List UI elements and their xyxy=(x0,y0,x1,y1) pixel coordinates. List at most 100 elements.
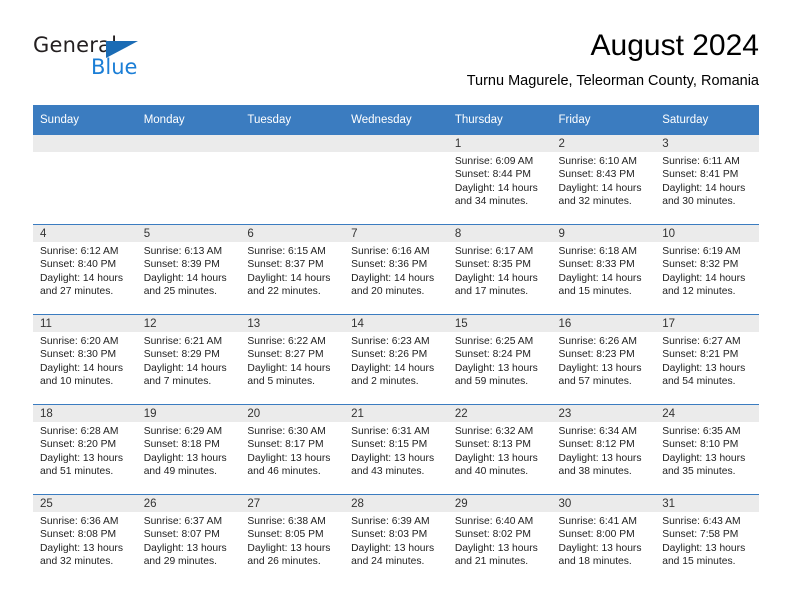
day-number xyxy=(33,135,137,152)
sunrise-text: Sunrise: 6:41 AM xyxy=(558,516,637,527)
day-number: 23 xyxy=(551,405,656,422)
calendar-day-cell[interactable]: 1 Sunrise: 6:09 AM Sunset: 8:44 PM Daylight… xyxy=(447,134,552,225)
calendar-day-cell[interactable]: 24 Sunrise: 6:35 AM Sunset: 8:10 PM Dayligh… xyxy=(655,404,759,495)
daylight-text: Daylight: 14 hours and 22 minutes. xyxy=(247,272,331,297)
day-number: 25 xyxy=(33,495,137,512)
day-cell-inner: 5 Sunrise: 6:13 AM Sunset: 8:39 PM Daylight… xyxy=(136,225,241,314)
day-number: 5 xyxy=(136,225,241,242)
day-number: 3 xyxy=(655,135,759,152)
calendar-day-cell[interactable]: 14 Sunrise: 6:23 AM Sunset: 8:26 PM Dayligh… xyxy=(344,314,448,405)
sunrise-text: Sunrise: 6:29 AM xyxy=(143,426,223,437)
sunrise-text: Sunrise: 6:17 AM xyxy=(454,246,534,257)
sunset-text: Sunset: 8:40 PM xyxy=(40,259,117,271)
calendar-day-cell[interactable]: 2 Sunrise: 6:10 AM Sunset: 8:43 PM Daylight… xyxy=(551,134,656,225)
calendar-cell-empty xyxy=(136,134,241,225)
day-cell-inner: 30 Sunrise: 6:41 AM Sunset: 8:00 PM Dayligh… xyxy=(551,495,656,584)
calendar-day-cell[interactable]: 10 Sunrise: 6:19 AM Sunset: 8:32 PM Dayligh… xyxy=(655,224,759,315)
sunset-text: Sunset: 8:29 PM xyxy=(143,349,220,361)
calendar-day-cell[interactable]: 13 Sunrise: 6:22 AM Sunset: 8:27 PM Dayligh… xyxy=(240,314,345,405)
calendar-day-cell[interactable]: 9 Sunrise: 6:18 AM Sunset: 8:33 PM Daylight… xyxy=(551,224,656,315)
day-cell-inner: 7 Sunrise: 6:16 AM Sunset: 8:36 PM Daylight… xyxy=(344,225,448,314)
daylight-text: Daylight: 13 hours and 57 minutes. xyxy=(558,362,642,387)
day-cell-inner: 1 Sunrise: 6:09 AM Sunset: 8:44 PM Daylight… xyxy=(447,135,552,224)
day-cell-inner: 26 Sunrise: 6:37 AM Sunset: 8:07 PM Dayligh… xyxy=(136,495,241,584)
calendar-day-cell[interactable]: 21 Sunrise: 6:31 AM Sunset: 8:15 PM Dayligh… xyxy=(344,404,448,495)
daylight-text: Daylight: 14 hours and 30 minutes. xyxy=(662,182,746,207)
sunrise-text: Sunrise: 6:27 AM xyxy=(662,336,741,347)
day-cell-inner: 4 Sunrise: 6:12 AM Sunset: 8:40 PM Daylight… xyxy=(33,225,137,314)
calendar-day-cell[interactable]: 7 Sunrise: 6:16 AM Sunset: 8:36 PM Daylight… xyxy=(344,224,448,315)
sunset-text: Sunset: 8:32 PM xyxy=(662,259,739,271)
calendar-day-cell[interactable]: 15 Sunrise: 6:25 AM Sunset: 8:24 PM Dayligh… xyxy=(447,314,552,405)
sunset-text: Sunset: 8:44 PM xyxy=(454,169,531,181)
day-cell-inner: 27 Sunrise: 6:38 AM Sunset: 8:05 PM Dayligh… xyxy=(240,495,345,584)
weekday-header-thursday: Thursday xyxy=(447,105,552,135)
sunrise-text: Sunrise: 6:13 AM xyxy=(143,246,223,257)
calendar-body: 1 Sunrise: 6:09 AM Sunset: 8:44 PM Daylight… xyxy=(33,134,759,584)
calendar-day-cell[interactable]: 8 Sunrise: 6:17 AM Sunset: 8:35 PM Daylight… xyxy=(447,224,552,315)
sunset-text: Sunset: 8:41 PM xyxy=(662,169,739,181)
daylight-text: Daylight: 14 hours and 5 minutes. xyxy=(247,362,331,387)
logo-text-general: General xyxy=(33,33,118,57)
day-cell-details: Sunrise: 6:22 AM Sunset: 8:27 PM Daylight:… xyxy=(240,332,344,388)
sunset-text: Sunset: 8:18 PM xyxy=(143,439,220,451)
day-number: 18 xyxy=(33,405,137,422)
calendar-day-cell[interactable]: 26 Sunrise: 6:37 AM Sunset: 8:07 PM Dayligh… xyxy=(136,494,241,584)
calendar-table: Sunday Monday Tuesday Wednesday Thursday… xyxy=(33,105,759,584)
calendar-day-cell[interactable]: 11 Sunrise: 6:20 AM Sunset: 8:30 PM Dayligh… xyxy=(33,314,137,405)
day-cell-inner: 9 Sunrise: 6:18 AM Sunset: 8:33 PM Daylight… xyxy=(551,225,656,314)
sunset-text: Sunset: 8:05 PM xyxy=(247,529,324,541)
calendar-day-cell[interactable]: 3 Sunrise: 6:11 AM Sunset: 8:41 PM Daylight… xyxy=(655,134,759,225)
calendar-day-cell[interactable]: 23 Sunrise: 6:34 AM Sunset: 8:12 PM Dayligh… xyxy=(551,404,656,495)
sunset-text: Sunset: 8:39 PM xyxy=(143,259,220,271)
day-number: 4 xyxy=(33,225,137,242)
daylight-text: Daylight: 13 hours and 32 minutes. xyxy=(40,542,123,567)
day-cell-inner: 21 Sunrise: 6:31 AM Sunset: 8:15 PM Dayligh… xyxy=(344,405,448,494)
sunset-text: Sunset: 8:43 PM xyxy=(558,169,635,181)
calendar-week-row: 25 Sunrise: 6:36 AM Sunset: 8:08 PM Dayligh… xyxy=(33,494,759,584)
daylight-text: Daylight: 13 hours and 49 minutes. xyxy=(143,452,227,477)
day-number: 27 xyxy=(240,495,345,512)
calendar-day-cell[interactable]: 19 Sunrise: 6:29 AM Sunset: 8:18 PM Dayligh… xyxy=(136,404,241,495)
sunrise-text: Sunrise: 6:09 AM xyxy=(454,156,534,167)
calendar-cell-empty xyxy=(240,134,345,225)
calendar-day-cell[interactable]: 28 Sunrise: 6:39 AM Sunset: 8:03 PM Dayligh… xyxy=(344,494,448,584)
day-cell-inner: 20 Sunrise: 6:30 AM Sunset: 8:17 PM Dayligh… xyxy=(240,405,345,494)
sunset-text: Sunset: 8:27 PM xyxy=(247,349,324,361)
daylight-text: Daylight: 13 hours and 29 minutes. xyxy=(143,542,227,567)
sunset-text: Sunset: 8:23 PM xyxy=(558,349,635,361)
day-cell-details: Sunrise: 6:35 AM Sunset: 8:10 PM Daylight:… xyxy=(655,422,759,478)
weekday-header-tuesday: Tuesday xyxy=(240,105,345,135)
day-cell-inner: 17 Sunrise: 6:27 AM Sunset: 8:21 PM Dayligh… xyxy=(655,315,759,404)
calendar-day-cell[interactable]: 25 Sunrise: 6:36 AM Sunset: 8:08 PM Dayligh… xyxy=(33,494,137,584)
calendar-day-cell[interactable]: 4 Sunrise: 6:12 AM Sunset: 8:40 PM Daylight… xyxy=(33,224,137,315)
calendar-day-cell[interactable]: 18 Sunrise: 6:28 AM Sunset: 8:20 PM Dayligh… xyxy=(33,404,137,495)
day-number: 6 xyxy=(240,225,345,242)
sunset-text: Sunset: 8:21 PM xyxy=(662,349,739,361)
calendar-day-cell[interactable]: 20 Sunrise: 6:30 AM Sunset: 8:17 PM Dayligh… xyxy=(240,404,345,495)
daylight-text: Daylight: 14 hours and 32 minutes. xyxy=(558,182,642,207)
general-blue-logo[interactable]: General Blue xyxy=(33,33,183,88)
day-cell-inner: 31 Sunrise: 6:43 AM Sunset: 7:58 PM Dayligh… xyxy=(655,495,759,584)
calendar-day-cell[interactable]: 12 Sunrise: 6:21 AM Sunset: 8:29 PM Dayligh… xyxy=(136,314,241,405)
calendar-day-cell[interactable]: 5 Sunrise: 6:13 AM Sunset: 8:39 PM Daylight… xyxy=(136,224,241,315)
calendar-day-cell[interactable]: 29 Sunrise: 6:40 AM Sunset: 8:02 PM Dayligh… xyxy=(447,494,552,584)
sunrise-text: Sunrise: 6:39 AM xyxy=(351,516,430,527)
calendar-day-cell[interactable]: 16 Sunrise: 6:26 AM Sunset: 8:23 PM Dayligh… xyxy=(551,314,656,405)
calendar-day-cell[interactable]: 27 Sunrise: 6:38 AM Sunset: 8:05 PM Dayligh… xyxy=(240,494,345,584)
day-cell-details: Sunrise: 6:31 AM Sunset: 8:15 PM Daylight:… xyxy=(344,422,448,478)
day-number: 11 xyxy=(33,315,137,332)
daylight-text: Daylight: 14 hours and 15 minutes. xyxy=(558,272,642,297)
sunrise-text: Sunrise: 6:15 AM xyxy=(247,246,326,257)
day-cell-details: Sunrise: 6:29 AM Sunset: 8:18 PM Daylight:… xyxy=(137,422,241,478)
calendar-day-cell[interactable]: 31 Sunrise: 6:43 AM Sunset: 7:58 PM Dayligh… xyxy=(655,494,759,584)
sunrise-text: Sunrise: 6:10 AM xyxy=(558,156,637,167)
daylight-text: Daylight: 14 hours and 7 minutes. xyxy=(143,362,227,387)
calendar-day-cell[interactable]: 6 Sunrise: 6:15 AM Sunset: 8:37 PM Daylight… xyxy=(240,224,345,315)
calendar-day-cell[interactable]: 17 Sunrise: 6:27 AM Sunset: 8:21 PM Dayligh… xyxy=(655,314,759,405)
calendar-day-cell[interactable]: 30 Sunrise: 6:41 AM Sunset: 8:00 PM Dayligh… xyxy=(551,494,656,584)
calendar-day-cell[interactable]: 22 Sunrise: 6:32 AM Sunset: 8:13 PM Dayligh… xyxy=(447,404,552,495)
daylight-text: Daylight: 13 hours and 15 minutes. xyxy=(662,542,746,567)
sunrise-text: Sunrise: 6:23 AM xyxy=(351,336,430,347)
day-cell-details: Sunrise: 6:16 AM Sunset: 8:36 PM Daylight:… xyxy=(344,242,448,298)
